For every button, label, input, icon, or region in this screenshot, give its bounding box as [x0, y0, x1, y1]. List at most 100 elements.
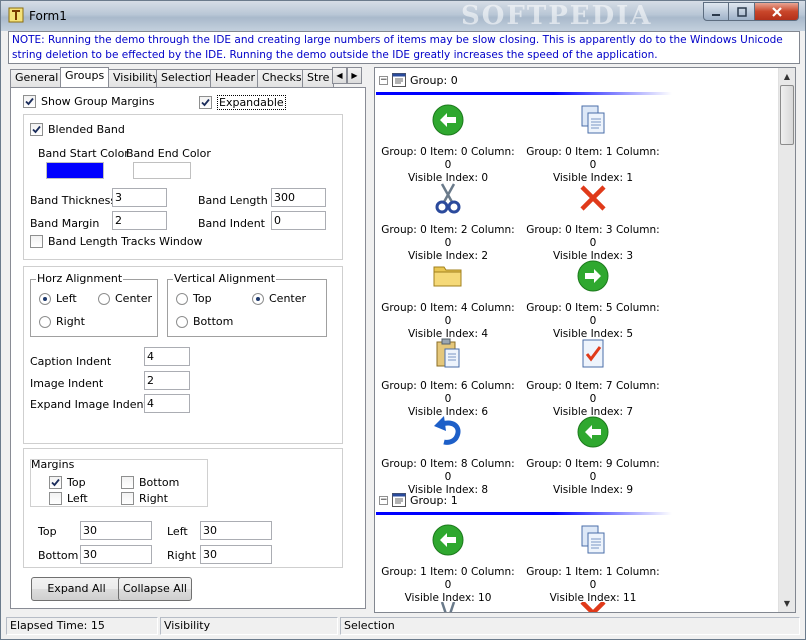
band-length-label: Band Length — [198, 194, 268, 207]
radio-dot — [176, 292, 188, 305]
main-window: Form1 SOFTPEDIA NOTE: Running the demo t… — [0, 0, 806, 640]
tab-header[interactable]: Header — [210, 69, 261, 87]
tab-stre[interactable]: Stre — [302, 69, 335, 87]
vert-center-radio[interactable]: Center — [252, 292, 306, 305]
item-line1: Group: 0 Item: 9 Column: 0 — [526, 458, 660, 483]
vert-top-radio[interactable]: Top — [176, 292, 212, 305]
softpedia-watermark: SOFTPEDIA — [461, 1, 653, 31]
close-button[interactable] — [755, 2, 799, 21]
minimize-button[interactable] — [703, 2, 729, 21]
item-line2: Visible Index: 9 — [552, 484, 634, 496]
tab-general[interactable]: General — [10, 69, 64, 87]
list-item[interactable]: Group: 0 Item: 3 Column: 0 Visible Index… — [523, 180, 663, 263]
band-margin-input[interactable]: 2 — [112, 211, 167, 230]
list-item[interactable]: Group: 0 Item: 8 Column: 0 Visible Index… — [378, 414, 518, 497]
horz-center-label: Center — [115, 292, 153, 305]
scroll-up-arrow-icon[interactable]: ▲ — [779, 68, 795, 85]
margin-left-checkbox[interactable]: Left — [49, 492, 88, 505]
group-header-1[interactable]: − Group: 1 — [379, 493, 458, 507]
window-title: Form1 — [29, 9, 67, 23]
margin-left-input[interactable]: 30 — [200, 521, 272, 540]
list-item[interactable]: Group: 0 Item: 4 Column: 0 Visible Index… — [378, 258, 518, 341]
checkbox-box — [49, 492, 62, 505]
expand-all-button[interactable]: Expand All — [31, 577, 122, 601]
list-vertical-scrollbar[interactable]: ▲ ▼ — [778, 68, 795, 612]
margins-panel: Margins Top Bottom Left Right Top 30 Lef… — [23, 448, 343, 568]
band-start-color-swatch[interactable] — [46, 162, 104, 179]
horz-center-radio[interactable]: Center — [98, 292, 152, 305]
checkbox-box — [30, 123, 43, 136]
list-item[interactable]: Group: 0 Item: 0 Column: 0 Visible Index… — [378, 102, 518, 185]
scroll-down-arrow-icon[interactable]: ▼ — [779, 595, 795, 612]
collapse-all-button[interactable]: Collapse All — [118, 577, 192, 601]
status-bar: Elapsed Time: 15 Visibility Selection — [1, 615, 805, 639]
margin-bottom-checkbox[interactable]: Bottom — [121, 476, 179, 489]
tab-groups[interactable]: Groups — [60, 67, 110, 87]
band-thickness-input[interactable]: 3 — [112, 188, 167, 207]
checkbox-box — [49, 476, 62, 489]
list-item[interactable]: Group: 1 Item: 0 Column: 0 Visible Index… — [378, 522, 518, 605]
vert-bottom-radio[interactable]: Bottom — [176, 315, 233, 328]
list-item[interactable]: Group: 0 Item: 5 Column: 0 Visible Index… — [523, 258, 663, 341]
clipboard-icon — [436, 338, 460, 368]
band-thickness-label: Band Thickness — [30, 194, 117, 207]
group-list-view[interactable]: − Group: 0 Group: 0 Item: 0 Column: 0 Vi… — [374, 67, 796, 613]
tab-strip: General Groups Visibility Selection Head… — [10, 67, 370, 87]
item-line1: Group: 0 Item: 8 Column: 0 — [381, 458, 515, 483]
margin-right-checkbox[interactable]: Right — [121, 492, 168, 505]
show-group-margins-checkbox[interactable]: Show Group Margins — [23, 95, 154, 108]
list-item[interactable]: Group: 0 Item: 7 Column: 0 Visible Index… — [523, 336, 663, 419]
checkbox-box — [23, 95, 36, 108]
horz-left-label: Left — [56, 292, 77, 305]
margin-right-input[interactable]: 30 — [200, 545, 272, 564]
list-item[interactable]: Group: 0 Item: 6 Column: 0 Visible Index… — [378, 336, 518, 419]
radio-dot — [98, 292, 110, 305]
undo-icon — [434, 416, 461, 445]
tab-checks[interactable]: Checks — [257, 69, 307, 87]
band-end-color-label: Band End Color — [126, 147, 211, 160]
caption-indent-input[interactable]: 4 — [144, 347, 190, 366]
status-visibility: Visibility — [160, 617, 338, 635]
band-end-color-swatch[interactable] — [133, 162, 191, 179]
blended-band-checkbox[interactable]: Blended Band — [30, 123, 125, 136]
collapse-icon[interactable]: − — [379, 495, 388, 505]
delete-x-icon — [580, 602, 606, 612]
item-line1: Group: 0 Item: 7 Column: 0 — [526, 380, 660, 405]
margin-right-label: Right — [139, 492, 168, 505]
copy-icon — [581, 105, 605, 134]
title-bar[interactable]: Form1 SOFTPEDIA — [1, 1, 805, 31]
maximize-button[interactable] — [729, 2, 755, 21]
status-elapsed-time: Elapsed Time: 15 — [6, 617, 158, 635]
check-icon — [51, 478, 60, 487]
scrollbar-thumb[interactable] — [780, 85, 794, 145]
tab-scroll-left-button[interactable]: ◀ — [332, 67, 347, 84]
image-indent-input[interactable]: 2 — [144, 371, 190, 390]
arrow-left-icon — [577, 416, 609, 448]
radio-dot — [252, 292, 264, 305]
band-indent-input[interactable]: 0 — [271, 211, 326, 230]
band-length-tracks-window-checkbox[interactable]: Band Length Tracks Window — [30, 235, 203, 248]
list-item[interactable]: Group: 0 Item: 1 Column: 0 Visible Index… — [523, 102, 663, 185]
group-band — [376, 92, 672, 95]
expand-image-indent-input[interactable]: 4 — [144, 394, 190, 413]
expandable-checkbox[interactable]: Expandable — [199, 95, 286, 110]
band-margin-label: Band Margin — [30, 217, 100, 230]
list-item[interactable]: Group: 0 Item: 2 Column: 0 Visible Index… — [378, 180, 518, 263]
band-indent-label: Band Indent — [198, 217, 265, 230]
arrow-left-icon — [432, 104, 464, 136]
tab-scroll-right-button[interactable]: ▶ — [347, 67, 362, 84]
tab-selection[interactable]: Selection — [156, 69, 217, 87]
group-header-0[interactable]: − Group: 0 — [379, 73, 458, 87]
margin-top-checkbox[interactable]: Top — [49, 476, 86, 489]
margin-top-input[interactable]: 30 — [80, 521, 152, 540]
band-length-tracks-window-label: Band Length Tracks Window — [48, 235, 203, 248]
collapse-icon[interactable]: − — [379, 75, 388, 85]
list-item[interactable]: Group: 1 Item: 1 Column: 0 Visible Index… — [523, 522, 663, 605]
horz-left-radio[interactable]: Left — [39, 292, 77, 305]
list-item[interactable]: Group: 0 Item: 9 Column: 0 Visible Index… — [523, 414, 663, 497]
horz-right-radio[interactable]: Right — [39, 315, 85, 328]
margin-left-label: Left — [67, 492, 88, 505]
check-icon — [25, 97, 34, 106]
margin-bottom-input[interactable]: 30 — [80, 545, 152, 564]
band-length-input[interactable]: 300 — [271, 188, 326, 207]
